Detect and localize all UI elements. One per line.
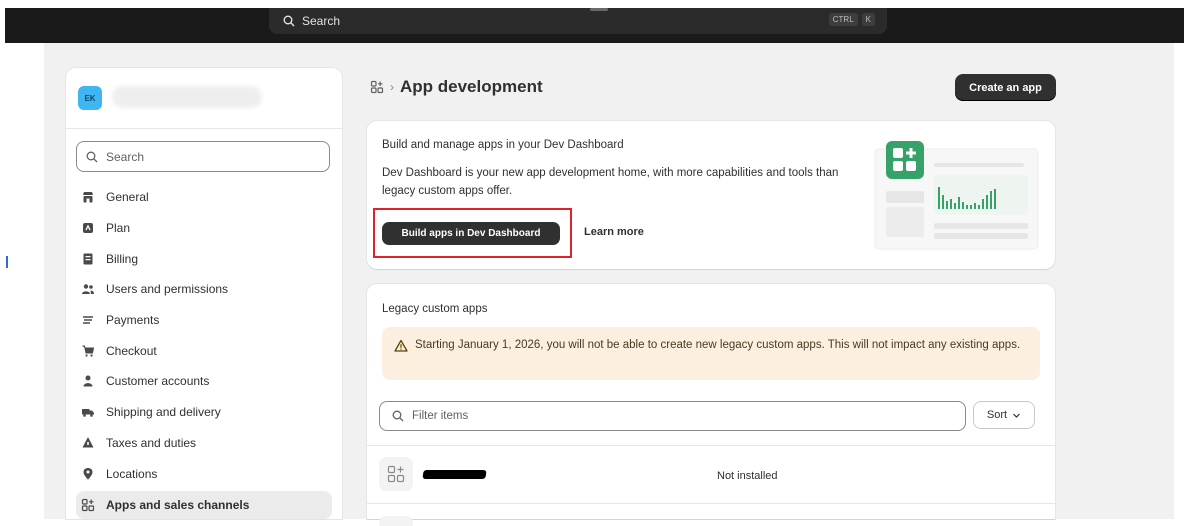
chevron-down-icon	[1012, 411, 1021, 420]
sidebar-item-label: Checkout	[106, 343, 157, 358]
sidebar-item-taxes[interactable]: Taxes and duties	[76, 428, 332, 459]
users-icon	[80, 281, 96, 297]
search-icon	[86, 151, 98, 163]
table-row[interactable]: Not installed	[367, 445, 1055, 503]
create-app-button[interactable]: Create an app	[955, 74, 1056, 101]
location-icon	[80, 466, 96, 482]
page-title: App development	[400, 77, 543, 96]
settings-nav: General Plan Billing Users and permissio…	[76, 182, 332, 519]
warning-banner-text: Starting January 1, 2026, you will not b…	[415, 339, 1021, 351]
warning-icon	[394, 339, 408, 353]
dev-dashboard-heading: Build and manage apps in your Dev Dashbo…	[382, 139, 624, 151]
sidebar-item-shipping[interactable]: Shipping and delivery	[76, 397, 332, 428]
sidebar-item-label: Customer accounts	[106, 374, 210, 389]
truck-icon	[80, 404, 96, 420]
dev-dashboard-illustration	[874, 139, 1039, 251]
store-avatar: EK	[78, 86, 102, 110]
sidebar-item-label: Shipping and delivery	[106, 405, 221, 420]
top-notch	[590, 8, 608, 11]
keyboard-shortcut: CTRL K	[828, 13, 875, 26]
apps-icon	[80, 497, 96, 513]
sidebar-item-checkout[interactable]: Checkout	[76, 335, 332, 366]
settings-search-placeholder: Search	[106, 149, 145, 164]
legacy-apps-heading: Legacy custom apps	[382, 303, 488, 315]
sort-label: Sort	[986, 409, 1008, 421]
sidebar-item-label: Apps and sales channels	[106, 497, 250, 512]
sidebar-item-label: Plan	[106, 221, 131, 236]
table-row[interactable]	[367, 503, 1055, 526]
settings-search-input[interactable]: Search	[76, 141, 330, 172]
store-name-redacted	[112, 86, 262, 108]
sidebar-item-apps-and-sales-channels[interactable]: Apps and sales channels	[76, 490, 332, 519]
sidebar-item-general[interactable]: General	[76, 182, 332, 213]
app-install-status: Not installed	[717, 470, 778, 482]
warning-banner: Starting January 1, 2026, you will not b…	[382, 327, 1040, 380]
cart-icon	[80, 343, 96, 359]
plan-icon	[80, 220, 96, 236]
person-icon	[80, 373, 96, 389]
sidebar-item-customer-accounts[interactable]: Customer accounts	[76, 366, 332, 397]
global-search-bar[interactable]: Search CTRL K	[269, 8, 887, 34]
app-placeholder-icon	[379, 457, 413, 491]
sidebar-item-label: Billing	[106, 251, 139, 266]
settings-sidebar: EK Search General Plan Billing Users and…	[66, 68, 342, 519]
billing-icon	[80, 251, 96, 267]
dev-dashboard-card: Build and manage apps in your Dev Dashbo…	[367, 121, 1055, 269]
edge-marker	[6, 256, 8, 268]
sidebar-item-users[interactable]: Users and permissions	[76, 274, 332, 305]
breadcrumb-separator: ›	[390, 80, 394, 94]
filter-items-placeholder: Filter items	[412, 410, 469, 422]
breadcrumb: › App development	[370, 76, 543, 98]
filter-items-input[interactable]: Filter items	[379, 401, 966, 431]
sort-button[interactable]: Sort	[973, 401, 1035, 429]
store-icon	[80, 189, 96, 205]
learn-more-link[interactable]: Learn more	[584, 226, 644, 238]
sidebar-item-label: Taxes and duties	[106, 435, 197, 450]
search-icon	[392, 410, 404, 422]
build-apps-in-dev-dashboard-button[interactable]: Build apps in Dev Dashboard	[382, 222, 560, 245]
search-icon	[283, 15, 296, 28]
apps-breadcrumb-icon[interactable]	[370, 80, 384, 94]
sidebar-item-label: Payments	[106, 313, 160, 328]
app-placeholder-icon	[379, 516, 413, 526]
global-search-label: Search	[302, 14, 341, 28]
shortcut-key-ctrl: CTRL	[828, 13, 858, 26]
sidebar-item-payments[interactable]: Payments	[76, 305, 332, 336]
top-bar: Search CTRL K	[5, 8, 1184, 43]
sidebar-item-label: Users and permissions	[106, 282, 229, 297]
sidebar-item-label: Locations	[106, 466, 158, 481]
payments-icon	[80, 312, 96, 328]
shortcut-key-k: K	[861, 13, 875, 26]
sidebar-item-plan[interactable]: Plan	[76, 213, 332, 244]
legacy-custom-apps-card: Legacy custom apps Starting January 1, 2…	[367, 284, 1055, 526]
sidebar-item-locations[interactable]: Locations	[76, 458, 332, 489]
app-name-redacted	[422, 470, 487, 479]
store-switcher[interactable]: EK	[66, 68, 342, 129]
dev-dashboard-description: Dev Dashboard is your new app developmen…	[382, 167, 839, 197]
sidebar-item-billing[interactable]: Billing	[76, 243, 332, 274]
taxes-icon	[80, 435, 96, 451]
sidebar-item-label: General	[106, 190, 149, 205]
